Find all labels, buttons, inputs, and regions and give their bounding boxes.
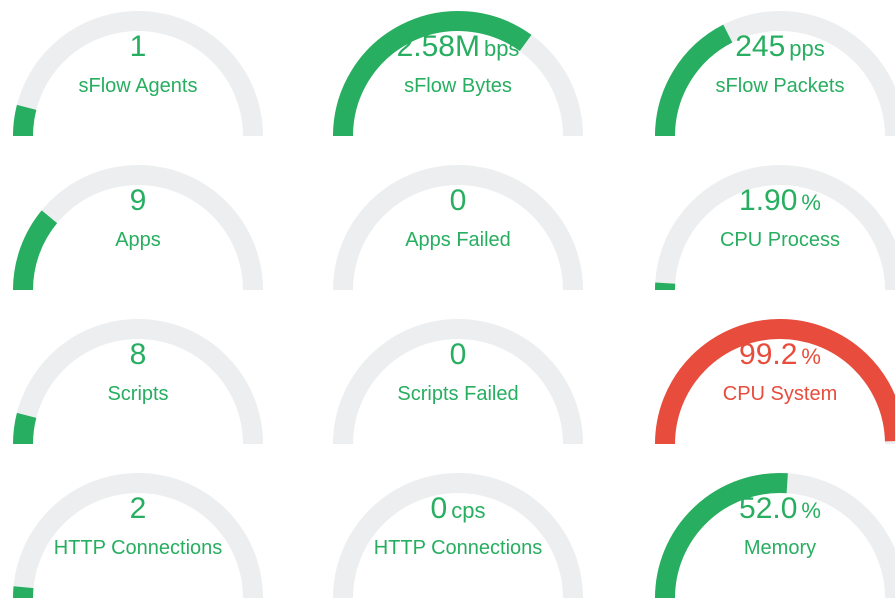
gauge-value-unit: % xyxy=(801,498,821,523)
gauge-cpu-system: 99.2% CPU System xyxy=(650,290,895,444)
gauge-apps: 9 Apps xyxy=(8,136,268,290)
gauge-value-number: 9 xyxy=(130,184,147,217)
gauge-value: 0cps xyxy=(328,492,588,528)
gauge-value-number: 8 xyxy=(130,338,147,371)
gauge-value-number: 0 xyxy=(450,338,467,371)
gauge-arc xyxy=(650,0,895,136)
gauge-value: 1.90% xyxy=(650,184,895,220)
gauge-label: Apps Failed xyxy=(328,228,588,252)
gauge-fill xyxy=(23,415,27,444)
gauge-memory: 52.0% Memory xyxy=(650,444,895,598)
gauge-scripts: 8 Scripts xyxy=(8,290,268,444)
gauge-label: Scripts xyxy=(8,382,268,406)
gauge-http-connection-rate: 0cps HTTP Connections xyxy=(328,444,588,598)
gauge-value-unit: % xyxy=(801,190,821,215)
gauge-value-number: 245 xyxy=(735,30,785,63)
gauge-value-number: 1.90 xyxy=(739,184,797,217)
gauge-value-number: 2 xyxy=(130,492,147,525)
gauge-value-unit: bps xyxy=(484,36,519,61)
gauge-label: Memory xyxy=(650,536,895,560)
gauge-value-number: 99.2 xyxy=(739,338,797,371)
gauge-apps-failed: 0 Apps Failed xyxy=(328,136,588,290)
gauge-label: sFlow Bytes xyxy=(328,74,588,98)
gauge-value: 8 xyxy=(8,338,268,372)
gauge-value-number: 1 xyxy=(130,30,147,63)
gauge-label: CPU Process xyxy=(650,228,895,252)
gauge-cpu-process: 1.90% CPU Process xyxy=(650,136,895,290)
gauge-http-connections: 2 HTTP Connections xyxy=(8,444,268,598)
gauge-label: sFlow Packets xyxy=(650,74,895,98)
gauge-sflow-packets: 245pps sFlow Packets xyxy=(650,0,895,136)
gauge-value-unit: % xyxy=(801,344,821,369)
gauge-value: 52.0% xyxy=(650,492,895,528)
gauge-value-number: 52.0 xyxy=(739,492,797,525)
gauge-sflow-bytes: 2.58Mbps sFlow Bytes xyxy=(328,0,588,136)
gauge-scripts-failed: 0 Scripts Failed xyxy=(328,290,588,444)
gauge-value: 9 xyxy=(8,184,268,218)
gauge-value: 1 xyxy=(8,30,268,64)
gauge-label: Apps xyxy=(8,228,268,252)
gauge-label: Scripts Failed xyxy=(328,382,588,406)
gauge-value: 99.2% xyxy=(650,338,895,374)
gauge-value: 2 xyxy=(8,492,268,526)
gauge-label: CPU System xyxy=(650,382,895,406)
gauge-sflow-agents: 1 sFlow Agents xyxy=(8,0,268,136)
gauge-arc xyxy=(8,0,268,136)
gauge-value-number: 0 xyxy=(431,492,448,525)
gauge-value-number: 2.58M xyxy=(397,30,480,63)
gauge-value-unit: cps xyxy=(451,498,485,523)
gauge-value-number: 0 xyxy=(450,184,467,217)
gauge-label: HTTP Connections xyxy=(8,536,268,560)
gauge-arc xyxy=(328,0,588,136)
gauge-value: 0 xyxy=(328,184,588,218)
gauge-label: sFlow Agents xyxy=(8,74,268,98)
gauge-fill xyxy=(23,107,27,136)
gauge-value-unit: pps xyxy=(789,36,824,61)
gauge-value: 0 xyxy=(328,338,588,372)
gauge-label: HTTP Connections xyxy=(328,536,588,560)
gauge-value: 2.58Mbps xyxy=(328,30,588,66)
gauge-value: 245pps xyxy=(650,30,895,66)
gauge-fill xyxy=(23,587,24,598)
